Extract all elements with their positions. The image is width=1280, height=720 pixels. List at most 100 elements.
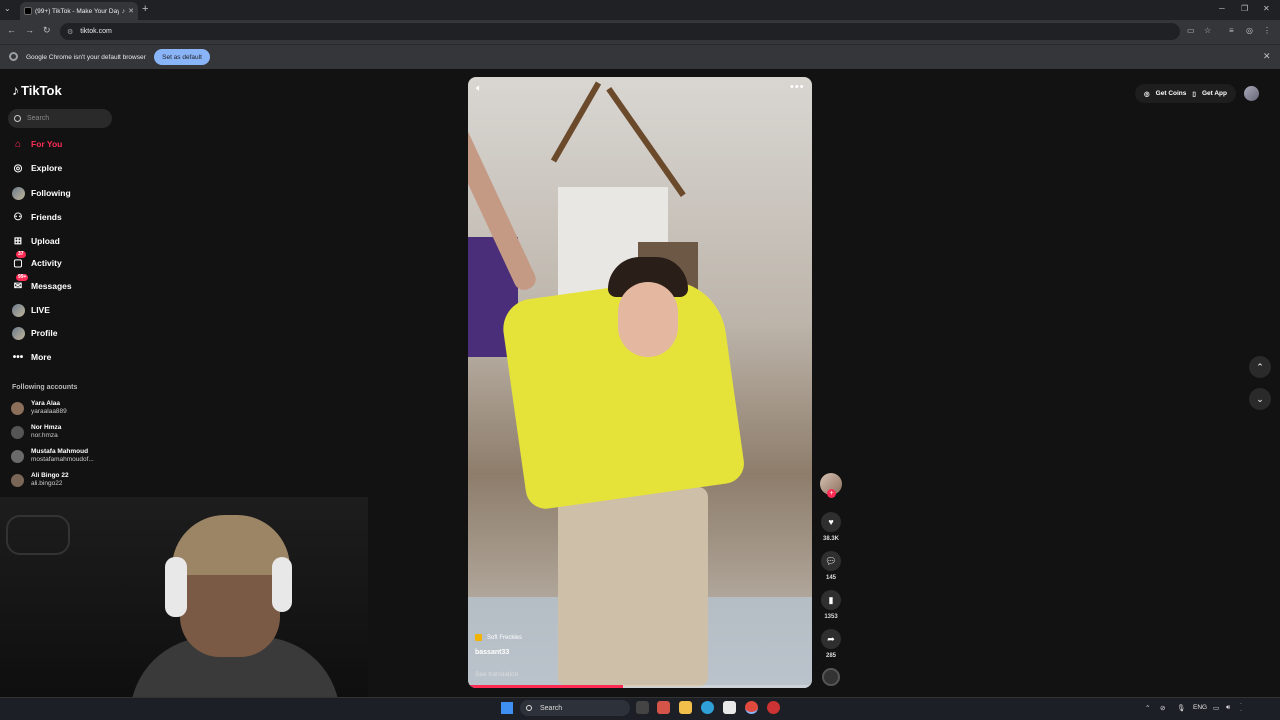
sidebar-item-friends[interactable]: ⚇ Friends: [11, 209, 121, 225]
minimize-icon[interactable]: ─: [1219, 4, 1225, 13]
windows-start-icon[interactable]: [501, 702, 513, 714]
home-icon: ⌂: [14, 138, 22, 150]
nav-label: Activity: [31, 258, 62, 268]
save-count: 1353: [824, 614, 838, 620]
browser-tab[interactable]: (99+) TikTok - Make Your Day ♪ ✕: [20, 2, 138, 20]
nav-label: Friends: [31, 212, 62, 222]
headphones-left: [165, 557, 187, 617]
video-scene: [558, 487, 708, 687]
taskbar-search-label: Search: [540, 704, 563, 712]
search-input[interactable]: Search: [8, 109, 112, 128]
file-explorer-icon[interactable]: [679, 701, 692, 714]
video-progress-bar[interactable]: [468, 685, 812, 688]
video-author[interactable]: bassant33: [475, 649, 509, 656]
address-bar[interactable]: ⚙ tiktok.com: [60, 23, 1180, 40]
sidebar-item-profile[interactable]: Profile: [11, 325, 121, 341]
edge-icon[interactable]: [701, 701, 714, 714]
user-avatar[interactable]: [1244, 86, 1259, 101]
video-scene: [550, 81, 602, 163]
like-button[interactable]: ♥ 38.3K: [820, 512, 842, 542]
chevron-up-icon: ⌃: [1256, 361, 1264, 372]
headphones-right: [272, 557, 292, 612]
sidebar-item-upload[interactable]: ⊞ Upload: [11, 233, 121, 249]
video-player[interactable]: 🔈︎ ••• Soft Freckles bassant33 See trans…: [468, 77, 812, 688]
following-account[interactable]: Ali Bingo 22 ali.bingo22: [11, 469, 111, 491]
follow-plus-icon[interactable]: +: [827, 489, 836, 498]
share-count: 285: [825, 653, 836, 659]
live-avatar-icon: [11, 303, 25, 317]
volume-tray-icon[interactable]: 🔊︎: [1226, 704, 1230, 712]
profile-icon[interactable]: ◎: [1246, 26, 1253, 35]
chevron-down-icon: ⌄: [1256, 393, 1264, 404]
infobar-message: Google Chrome isn't your default browser: [26, 54, 146, 61]
sidebar-item-live[interactable]: LIVE: [11, 302, 121, 318]
display-icon[interactable]: ▭: [1213, 704, 1219, 712]
new-tab-button[interactable]: +: [142, 3, 148, 15]
forward-icon[interactable]: →: [25, 25, 34, 35]
volume-icon[interactable]: 🔈︎: [476, 83, 482, 94]
sidebar-item-activity[interactable]: ▢ 37 Activity: [11, 251, 121, 271]
restore-icon[interactable]: ❐: [1241, 4, 1248, 13]
close-infobar-icon[interactable]: ✕: [1263, 51, 1271, 62]
reload-icon[interactable]: ↻: [43, 25, 51, 36]
store-icon[interactable]: [723, 701, 736, 714]
taskbar-search[interactable]: Search: [520, 700, 630, 716]
following-account[interactable]: Mustafa Mahmoud mostafamahmoudof...: [11, 445, 111, 467]
next-video-button[interactable]: ⌄: [1249, 388, 1271, 410]
set-as-default-button[interactable]: Set as default: [154, 49, 210, 65]
sidebar-item-messages[interactable]: ✉ 99+ Messages: [11, 274, 121, 294]
search-icon: [526, 705, 532, 711]
music-disc-icon[interactable]: [822, 668, 840, 686]
creator-avatar[interactable]: +: [820, 473, 842, 498]
app-icon[interactable]: [767, 701, 780, 714]
comment-count: 145: [825, 575, 836, 581]
chrome-icon: [9, 52, 18, 61]
chrome-taskbar-icon[interactable]: [745, 701, 758, 714]
activity-icon: ▢ 37: [13, 251, 26, 269]
back-icon[interactable]: ←: [7, 25, 16, 35]
site-info-icon[interactable]: ⚙: [67, 28, 73, 36]
get-app-button[interactable]: Get App: [1202, 90, 1227, 97]
sidebar-item-more[interactable]: ••• More: [11, 349, 121, 365]
tab-search-icon[interactable]: ⌄: [4, 4, 11, 13]
messages-icon: ✉ 99+: [13, 274, 29, 292]
share-button[interactable]: ➦ 285: [820, 629, 842, 659]
account-name: Ali Bingo 22: [31, 472, 69, 479]
save-button[interactable]: ▮ 1353: [820, 590, 842, 620]
language-indicator[interactable]: ENG: [1193, 704, 1207, 711]
upload-plus-icon: ⊞: [13, 235, 23, 247]
following-account[interactable]: Yara Alaa yaraalaa889: [11, 397, 111, 419]
music-icon: [475, 634, 482, 641]
sound-tag[interactable]: Soft Freckles: [475, 634, 522, 641]
task-view-icon[interactable]: [636, 701, 649, 714]
copilot-icon[interactable]: [657, 701, 670, 714]
network-off-icon[interactable]: ⊘: [1160, 704, 1165, 712]
close-tab-icon[interactable]: ✕: [128, 7, 134, 15]
search-placeholder: Search: [27, 115, 50, 122]
activity-badge: 37: [16, 251, 26, 258]
sidebar-item-explore[interactable]: ◎ Explore: [11, 160, 121, 176]
search-icon: [14, 115, 21, 122]
sidebar-item-for-you[interactable]: ⌂ For You: [11, 136, 121, 152]
extensions-icon[interactable]: ≡: [1229, 26, 1234, 35]
bookmark-star-icon[interactable]: ☆: [1204, 26, 1211, 35]
close-window-icon[interactable]: ✕: [1263, 4, 1270, 13]
audio-icon[interactable]: ♪: [122, 8, 126, 15]
comment-button[interactable]: 💬︎ 145: [820, 551, 842, 581]
url-text: tiktok.com: [80, 28, 112, 35]
heart-icon: ♥: [821, 512, 841, 532]
cast-icon[interactable]: ▭: [1187, 26, 1195, 35]
bookmark-icon: ▮: [821, 590, 841, 610]
clock[interactable]: · ·: [1240, 701, 1242, 715]
mic-icon[interactable]: 🎙︎: [1177, 704, 1185, 712]
menu-icon[interactable]: ⋮: [1263, 26, 1271, 35]
nav-label: Following: [31, 188, 71, 198]
previous-video-button[interactable]: ⌃: [1249, 356, 1271, 378]
see-translation-link[interactable]: See translation: [475, 671, 518, 678]
tiktok-logo[interactable]: ♪ TikTok: [12, 82, 62, 98]
sidebar-item-following[interactable]: Following: [11, 185, 121, 201]
tray-overflow-icon[interactable]: ⌃: [1145, 704, 1150, 712]
following-account[interactable]: Nor Hmza nor.hmza: [11, 421, 111, 443]
get-coins-button[interactable]: Get Coins: [1156, 90, 1187, 97]
video-more-icon[interactable]: •••: [790, 81, 805, 93]
